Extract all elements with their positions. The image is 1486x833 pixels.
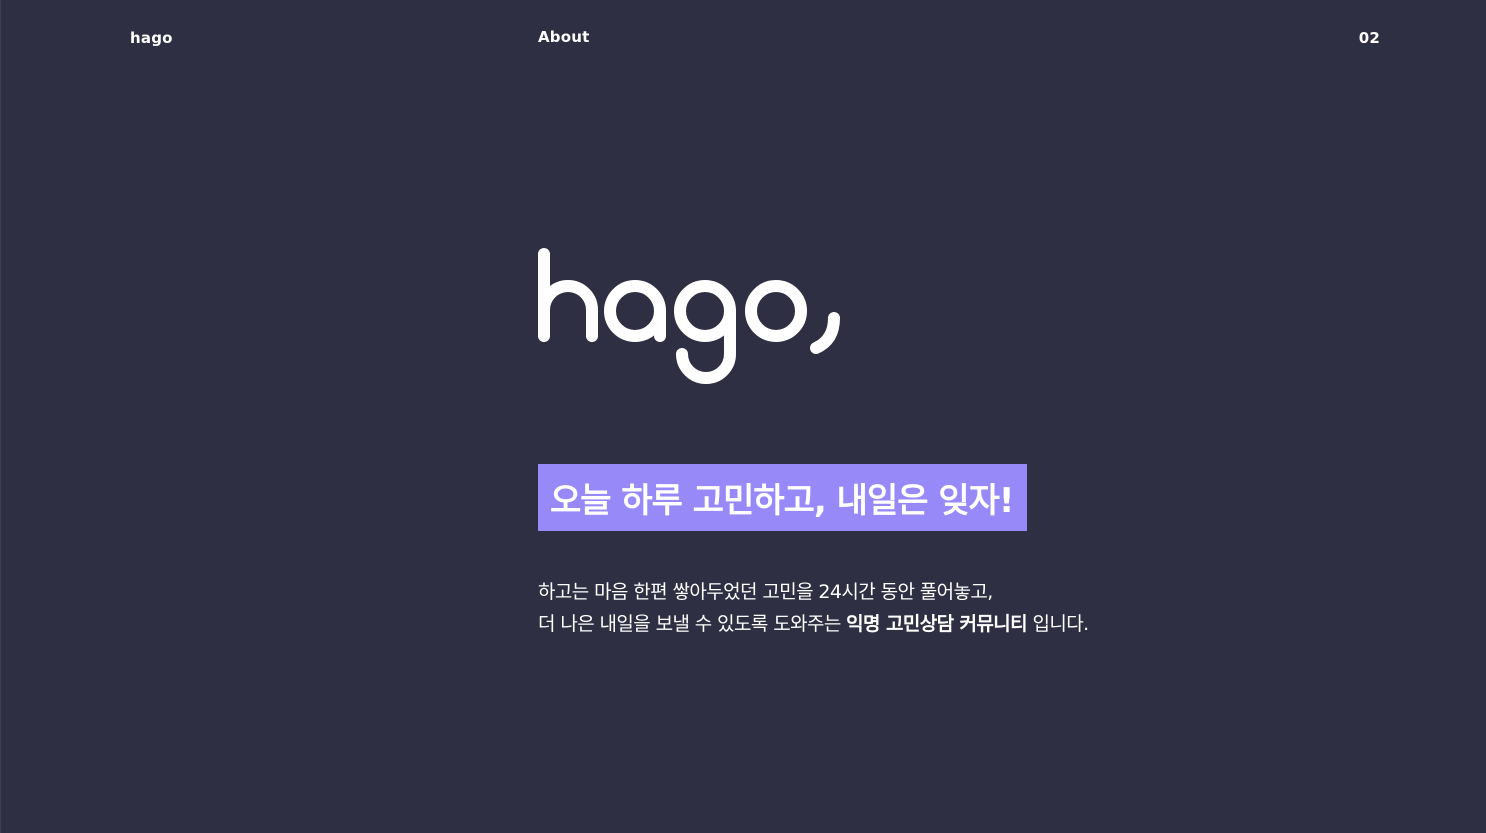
page-edge-divider [0,0,1,833]
page-number: 02 [1358,29,1380,47]
hago-logo [538,248,840,384]
brand-link[interactable]: hago [130,29,173,47]
nav-about-link[interactable]: About [538,28,590,46]
description-line-2-start: 더 나은 내일을 보낼 수 있도록 도와주는 [538,613,847,635]
description-line-2: 더 나은 내일을 보낼 수 있도록 도와주는 익명 고민상담 커뮤니티 입니다. [538,608,1089,640]
description-highlight: 익명 고민상담 커뮤니티 [846,613,1028,635]
tagline: 오늘 하루 고민하고, 내일은 잊자! [550,481,1014,521]
tagline-highlight: 오늘 하루 고민하고, 내일은 잊자! [538,464,1028,531]
description: 하고는 마음 한편 쌓아두었던 고민을 24시간 동안 풀어놓고, 더 나은 내… [538,576,1089,640]
description-line-2-end: 입니다. [1027,613,1089,635]
description-line-1: 하고는 마음 한편 쌓아두었던 고민을 24시간 동안 풀어놓고, [538,581,993,603]
